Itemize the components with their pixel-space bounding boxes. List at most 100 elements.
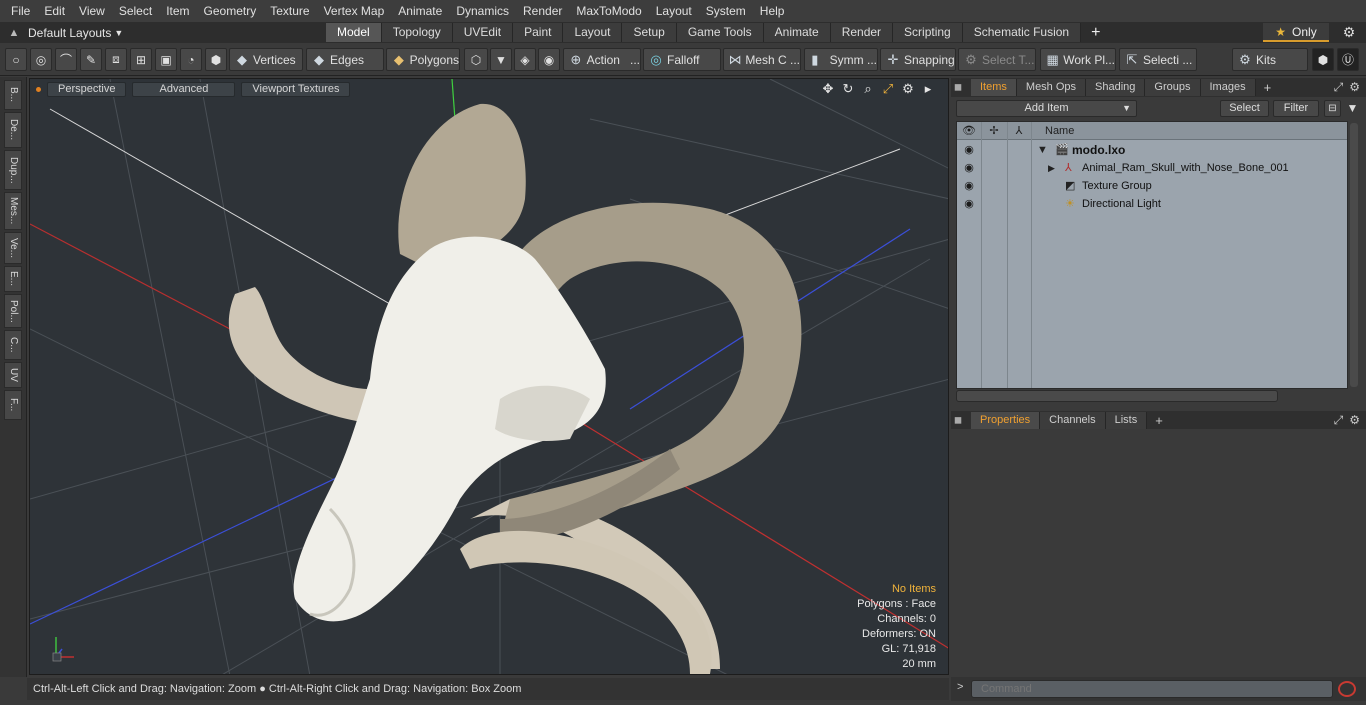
align-icon[interactable]: ⧈ <box>105 48 127 71</box>
viewport-textures-button[interactable]: Viewport Textures <box>241 81 351 97</box>
tab-layout[interactable]: Layout <box>563 23 623 42</box>
menu-item-view[interactable]: View <box>72 0 112 22</box>
gear-icon[interactable]: ⚙ <box>1338 23 1360 42</box>
menu-item-file[interactable]: File <box>4 0 37 22</box>
tab-setup[interactable]: Setup <box>622 23 677 42</box>
zoom-icon[interactable]: ⌕ <box>860 81 876 97</box>
menu-item-render[interactable]: Render <box>516 0 569 22</box>
perspective-button[interactable]: Perspective <box>47 81 127 97</box>
menu-item-system[interactable]: System <box>699 0 753 22</box>
polygons-button[interactable]: ◆ Polygons <box>386 48 460 71</box>
maximize-icon[interactable]: ⤢ <box>880 81 896 97</box>
left-tab-6[interactable]: Pol... <box>4 294 22 328</box>
menu-item-animate[interactable]: Animate <box>391 0 449 22</box>
visibility-column-icon[interactable]: 👁 <box>957 122 981 140</box>
rotate-view-icon[interactable]: ↻ <box>840 81 856 97</box>
add-tab-icon[interactable]: + <box>1147 413 1171 428</box>
viewport-gear-icon[interactable]: ⚙ <box>900 81 916 97</box>
add-layout-tab-icon[interactable]: + <box>1081 23 1110 42</box>
expand-arrow-icon[interactable]: ▶ <box>1048 160 1055 176</box>
3d-viewport[interactable]: Perspective Advanced Viewport Textures ✥… <box>29 78 949 675</box>
eye-icon[interactable]: ◉ <box>962 197 976 211</box>
tab-render[interactable]: Render <box>830 23 894 42</box>
command-arrow-icon[interactable]: > <box>957 681 963 693</box>
circle-select-icon[interactable]: ○ <box>5 48 27 71</box>
edges-button[interactable]: ◆ Edges <box>306 48 384 71</box>
left-tab-7[interactable]: C... <box>4 330 22 360</box>
select-through-button[interactable]: ⚙ Select T... <box>958 48 1036 71</box>
command-input[interactable] <box>971 680 1333 698</box>
panel-menu-icon[interactable]: ◼ <box>951 78 965 97</box>
move-view-icon[interactable]: ✥ <box>820 81 836 97</box>
axis-column-icon[interactable]: ⅄ <box>1007 122 1031 140</box>
select-button[interactable]: Select <box>1220 100 1269 117</box>
pen-icon[interactable]: ⌒ <box>55 48 77 71</box>
left-tab-1[interactable]: De... <box>4 112 22 148</box>
symmetry-button[interactable]: ▮ Symm ... <box>804 48 878 71</box>
menu-item-item[interactable]: Item <box>159 0 196 22</box>
item-mode-icon[interactable]: ⬡ <box>464 48 488 71</box>
tab-scripting[interactable]: Scripting <box>893 23 963 42</box>
left-tab-5[interactable]: E... <box>4 266 22 292</box>
advanced-button[interactable]: Advanced <box>132 81 236 97</box>
tab-uvedit[interactable]: UVEdit <box>452 23 514 42</box>
left-tab-9[interactable]: F... <box>4 390 22 420</box>
collapse-up-icon[interactable]: ▲ <box>0 27 28 39</box>
tab-schematic-fusion[interactable]: Schematic Fusion <box>962 23 1082 42</box>
tab-topology[interactable]: Topology <box>381 23 453 42</box>
chevron-down-icon[interactable]: ▼ <box>490 48 512 71</box>
transform-icon[interactable]: ⊞ <box>130 48 152 71</box>
tab-images[interactable]: Images <box>1200 79 1256 96</box>
eye-icon[interactable]: ◉ <box>962 161 976 175</box>
cube-icon[interactable]: ⬢ <box>205 48 227 71</box>
expand-panel-icon[interactable]: ⤢ <box>1334 411 1344 430</box>
menu-item-vertex-map[interactable]: Vertex Map <box>317 0 392 22</box>
name-column-header[interactable]: Name <box>1037 122 1074 140</box>
only-toggle[interactable]: ★ Only <box>1263 23 1329 42</box>
tab-channels[interactable]: Channels <box>1040 412 1106 429</box>
menu-item-help[interactable]: Help <box>753 0 792 22</box>
unreal-icon[interactable]: Ⓤ <box>1337 48 1359 71</box>
tree-row-mesh[interactable]: ◉ ▶ ⅄ Animal_Ram_Skull_with_Nose_Bone_00… <box>957 159 1347 177</box>
globe-icon[interactable]: ◎ <box>30 48 52 71</box>
tab-properties[interactable]: Properties <box>971 412 1041 429</box>
menu-item-geometry[interactable]: Geometry <box>197 0 264 22</box>
collapse-arrow-icon[interactable]: ▼ <box>1037 142 1048 158</box>
menu-item-layout[interactable]: Layout <box>649 0 699 22</box>
tab-lists[interactable]: Lists <box>1105 412 1148 429</box>
material-icon[interactable]: ◈ <box>514 48 536 71</box>
left-tab-8[interactable]: UV <box>4 362 22 388</box>
falloff-button[interactable]: ◎ Falloff <box>643 48 721 71</box>
tab-model[interactable]: Model <box>326 23 382 42</box>
funnel-icon[interactable]: ▼ <box>1344 100 1361 117</box>
scene-canvas[interactable] <box>30 79 949 675</box>
tree-row-texture-group[interactable]: ◉ ◩ Texture Group <box>957 177 1347 195</box>
menu-item-select[interactable]: Select <box>112 0 159 22</box>
layouts-dropdown[interactable]: ▲ Default Layouts ▼ <box>0 22 124 43</box>
kits-button[interactable]: ⚙ Kits <box>1232 48 1308 71</box>
vertices-button[interactable]: ◆ Vertices <box>229 48 303 71</box>
add-tab-icon[interactable]: + <box>1256 80 1280 95</box>
menu-item-edit[interactable]: Edit <box>37 0 72 22</box>
lock-column-icon[interactable]: ✢ <box>981 122 1007 140</box>
record-macro-icon[interactable] <box>1338 681 1356 697</box>
tab-groups[interactable]: Groups <box>1145 79 1201 96</box>
left-tab-3[interactable]: Mes... <box>4 192 22 230</box>
tab-game-tools[interactable]: Game Tools <box>676 23 764 42</box>
panel-menu-icon[interactable]: ◼ <box>951 411 965 430</box>
eye-icon[interactable]: ◉ <box>962 179 976 193</box>
menu-item-texture[interactable]: Texture <box>263 0 316 22</box>
snapping-button[interactable]: ✛ Snapping <box>880 48 956 71</box>
panel-gear-icon[interactable]: ⚙ <box>1349 411 1360 430</box>
tab-mesh-ops[interactable]: Mesh Ops <box>1016 79 1087 96</box>
action-button[interactable]: ⊕ Action... <box>563 48 641 71</box>
panel-gear-icon[interactable]: ⚙ <box>1349 78 1360 97</box>
brush-icon[interactable]: ✎ <box>80 48 102 71</box>
tab-animate[interactable]: Animate <box>763 23 831 42</box>
filter-button[interactable]: Filter <box>1273 100 1319 117</box>
selection-sets-button[interactable]: ⇱ Selecti ... <box>1119 48 1197 71</box>
clock-icon[interactable]: ◔ <box>180 48 202 71</box>
tree-row-light[interactable]: ◉ ☀ Directional Light <box>957 195 1347 213</box>
square-icon[interactable]: ▣ <box>155 48 177 71</box>
add-item-button[interactable]: Add Item ▼ <box>956 100 1137 117</box>
